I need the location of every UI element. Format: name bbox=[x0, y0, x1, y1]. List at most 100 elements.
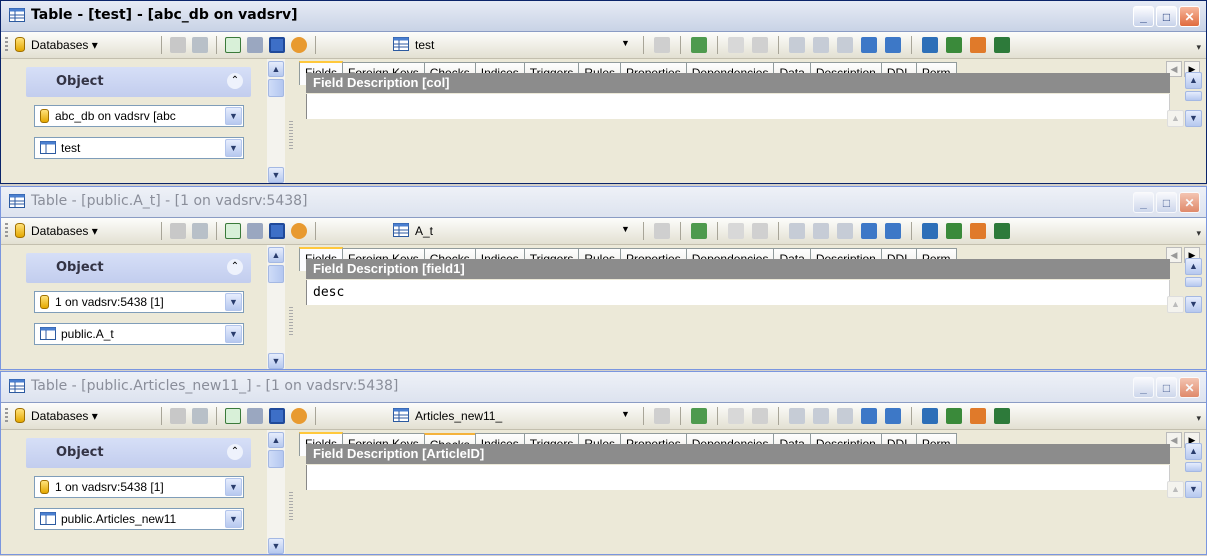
field-description-editor[interactable]: desc bbox=[306, 280, 1170, 305]
chevron-down-icon[interactable]: ▼ bbox=[621, 409, 630, 421]
lightning-icon[interactable] bbox=[170, 408, 186, 424]
object-panel-scrollbar[interactable]: ▲ ▼ bbox=[267, 245, 285, 369]
lightning-icon[interactable] bbox=[170, 37, 186, 53]
window-icon[interactable] bbox=[269, 223, 285, 239]
toolbar-overflow-icon[interactable]: ▾ bbox=[1196, 413, 1201, 424]
close-button[interactable]: ✕ bbox=[1179, 192, 1200, 213]
collapse-icon[interactable]: ⌃ bbox=[227, 259, 243, 275]
delete-icon[interactable] bbox=[752, 223, 768, 239]
field-description-editor[interactable] bbox=[306, 465, 1170, 490]
add-field-icon[interactable] bbox=[691, 223, 707, 239]
collapse-icon[interactable]: ⌃ bbox=[227, 73, 243, 89]
scroll-up-icon[interactable]: ▲ bbox=[1167, 110, 1184, 127]
chart-icon[interactable] bbox=[922, 37, 938, 53]
close-button[interactable]: ✕ bbox=[1179, 377, 1200, 398]
move-prev-icon[interactable] bbox=[813, 408, 829, 424]
move-first-icon[interactable] bbox=[789, 408, 805, 424]
field-description-editor[interactable] bbox=[306, 94, 1170, 119]
databases-dropdown[interactable]: Databases ▾ bbox=[31, 224, 98, 238]
database-combo[interactable]: 1 on vadsrv:5438 [1] ▼ bbox=[34, 476, 244, 498]
scroll-down-icon[interactable]: ▼ bbox=[268, 353, 284, 369]
object-panel-header[interactable]: Object ⌃ bbox=[26, 67, 251, 97]
scroll-thumb[interactable] bbox=[1185, 277, 1202, 287]
description-scrollbar[interactable]: ▲ ▲ ▼ bbox=[1167, 438, 1202, 554]
title-bar[interactable]: Table - [public.Articles_new11_] - [1 on… bbox=[1, 372, 1206, 403]
scroll-up-icon[interactable]: ▲ bbox=[268, 432, 284, 448]
hand-icon[interactable] bbox=[291, 223, 307, 239]
chevron-down-icon[interactable]: ▼ bbox=[225, 139, 242, 157]
database-combo[interactable]: 1 on vadsrv:5438 [1] ▼ bbox=[34, 291, 244, 313]
object-panel-header[interactable]: Object ⌃ bbox=[26, 438, 251, 468]
table-selector[interactable]: Articles_new11_ bbox=[415, 409, 502, 423]
scroll-down-icon[interactable]: ▼ bbox=[268, 538, 284, 554]
scroll-thumb[interactable] bbox=[268, 79, 284, 97]
description-scrollbar[interactable]: ▲ ▲ ▼ bbox=[1167, 67, 1202, 183]
table-combo[interactable]: public.A_t ▼ bbox=[34, 323, 244, 345]
check-icon[interactable] bbox=[728, 408, 744, 424]
hand-icon[interactable] bbox=[291, 37, 307, 53]
scroll-up-icon[interactable]: ▲ bbox=[1167, 296, 1184, 313]
hand-icon[interactable] bbox=[291, 408, 307, 424]
panel-splitter[interactable] bbox=[289, 307, 293, 337]
close-button[interactable]: ✕ bbox=[1179, 6, 1200, 27]
table-combo[interactable]: test ▼ bbox=[34, 137, 244, 159]
object-panel-scrollbar[interactable]: ▲ ▼ bbox=[267, 430, 285, 554]
move-next-icon[interactable] bbox=[837, 37, 853, 53]
move-prev-icon[interactable] bbox=[813, 223, 829, 239]
tree-icon[interactable] bbox=[654, 223, 670, 239]
add-field-icon[interactable] bbox=[691, 408, 707, 424]
print-icon[interactable] bbox=[247, 37, 263, 53]
toolbar-grip[interactable] bbox=[5, 223, 8, 239]
book-icon[interactable] bbox=[946, 223, 962, 239]
export-icon[interactable] bbox=[861, 37, 877, 53]
minimize-button[interactable]: _ bbox=[1133, 6, 1154, 27]
maximize-button[interactable]: □ bbox=[1156, 6, 1177, 27]
lightning-icon[interactable] bbox=[170, 223, 186, 239]
move-first-icon[interactable] bbox=[789, 223, 805, 239]
report-icon[interactable] bbox=[994, 223, 1010, 239]
scroll-thumb[interactable] bbox=[1185, 91, 1202, 101]
scroll-down-icon[interactable]: ▼ bbox=[1185, 481, 1202, 498]
scroll-up-icon[interactable]: ▲ bbox=[1185, 258, 1202, 275]
check-icon[interactable] bbox=[728, 37, 744, 53]
import-icon[interactable] bbox=[885, 37, 901, 53]
scroll-up-icon[interactable]: ▲ bbox=[1185, 72, 1202, 89]
chevron-down-icon[interactable]: ▼ bbox=[225, 510, 242, 528]
panel-splitter[interactable] bbox=[289, 492, 293, 522]
report-icon[interactable] bbox=[994, 408, 1010, 424]
chevron-down-icon[interactable]: ▼ bbox=[225, 107, 242, 125]
edit-icon[interactable] bbox=[970, 37, 986, 53]
toolbar-overflow-icon[interactable]: ▾ bbox=[1196, 42, 1201, 53]
toolbar-grip[interactable] bbox=[5, 408, 8, 424]
scroll-down-icon[interactable]: ▼ bbox=[1185, 110, 1202, 127]
import-icon[interactable] bbox=[885, 408, 901, 424]
refresh-icon[interactable] bbox=[225, 223, 241, 239]
table-combo[interactable]: public.Articles_new11 ▼ bbox=[34, 508, 244, 530]
refresh-icon[interactable] bbox=[225, 408, 241, 424]
report-icon[interactable] bbox=[994, 37, 1010, 53]
delete-icon[interactable] bbox=[752, 408, 768, 424]
databases-dropdown[interactable]: Databases ▾ bbox=[31, 38, 98, 52]
scroll-up-icon[interactable]: ▲ bbox=[1185, 443, 1202, 460]
object-panel-header[interactable]: Object ⌃ bbox=[26, 253, 251, 283]
table-selector[interactable]: A_t bbox=[415, 224, 433, 238]
chevron-down-icon[interactable]: ▼ bbox=[225, 293, 242, 311]
scroll-up-icon[interactable]: ▲ bbox=[268, 61, 284, 77]
description-scrollbar[interactable]: ▲ ▲ ▼ bbox=[1167, 253, 1202, 369]
minimize-button[interactable]: _ bbox=[1133, 377, 1154, 398]
print-icon[interactable] bbox=[247, 408, 263, 424]
grid-icon[interactable] bbox=[192, 408, 208, 424]
grid-icon[interactable] bbox=[192, 223, 208, 239]
chevron-down-icon[interactable]: ▼ bbox=[621, 38, 630, 50]
object-panel-scrollbar[interactable]: ▲ ▼ bbox=[267, 59, 285, 183]
print-icon[interactable] bbox=[247, 223, 263, 239]
delete-icon[interactable] bbox=[752, 37, 768, 53]
move-next-icon[interactable] bbox=[837, 408, 853, 424]
chart-icon[interactable] bbox=[922, 408, 938, 424]
refresh-icon[interactable] bbox=[225, 37, 241, 53]
import-icon[interactable] bbox=[885, 223, 901, 239]
edit-icon[interactable] bbox=[970, 408, 986, 424]
scroll-thumb[interactable] bbox=[1185, 462, 1202, 472]
scroll-down-icon[interactable]: ▼ bbox=[1185, 296, 1202, 313]
database-combo[interactable]: abc_db on vadsrv [abc ▼ bbox=[34, 105, 244, 127]
